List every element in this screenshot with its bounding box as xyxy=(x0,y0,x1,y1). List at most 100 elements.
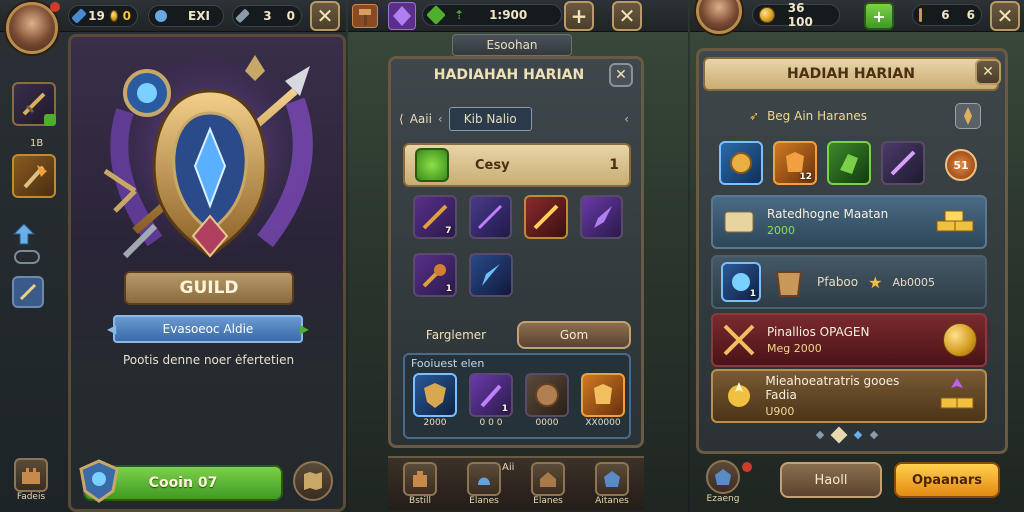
steel-gem-icon xyxy=(235,8,251,24)
purple-gem-button[interactable] xyxy=(388,2,416,30)
item-slot[interactable]: 7 xyxy=(413,195,457,239)
left-bottom-nav[interactable]: Fadeis xyxy=(14,458,48,502)
reward-value: Meg 2000 xyxy=(767,342,822,355)
right-gold-resource[interactable]: 36 100 xyxy=(752,1,840,29)
right-res-a: 6 xyxy=(941,8,950,22)
tab-a-label: Farglemer xyxy=(425,328,487,342)
offer-item[interactable] xyxy=(413,373,457,417)
reward-row[interactable]: 1 Pfaboo ★ Ab0005 xyxy=(711,255,987,309)
plus-icon: + xyxy=(872,6,886,26)
guild-shield-icon[interactable] xyxy=(79,459,119,503)
right-panel-close-button[interactable]: ✕ xyxy=(975,59,1001,85)
page-dot-icon[interactable] xyxy=(815,430,825,440)
right-add-button[interactable]: + xyxy=(864,2,894,30)
page-dot-icon[interactable] xyxy=(853,430,863,440)
bucket-icon xyxy=(775,271,803,297)
reward-row[interactable]: Pinallios OPAGEN Meg 2000 xyxy=(711,313,987,367)
featured-row[interactable]: Cesy 1 xyxy=(403,143,631,187)
reward-item[interactable] xyxy=(827,141,871,185)
right-bottom-nav[interactable]: Ezaeng xyxy=(706,460,740,504)
right-close-button[interactable]: ✕ xyxy=(990,1,1020,31)
reward-row[interactable]: Mieahoeatratris gooes Fadia U900 xyxy=(711,369,987,423)
reward-item[interactable] xyxy=(881,141,925,185)
left-blue-resource[interactable]: 19 0 xyxy=(68,5,138,27)
gold-emblem-icon xyxy=(730,152,752,174)
breadcrumb-box[interactable]: Kib Nalio xyxy=(448,107,532,131)
nav-guild[interactable]: Aitanes xyxy=(595,462,629,510)
middle-tab-label[interactable]: Esoohan xyxy=(452,34,572,56)
reward-item[interactable]: 12 xyxy=(773,141,817,185)
golden-shield-icon xyxy=(424,383,446,408)
right-subheading: ➶ Beg Ain Haranes xyxy=(749,109,867,123)
close-icon: ✕ xyxy=(982,64,994,80)
left-right-resource[interactable]: 3 0 xyxy=(232,5,302,27)
item-level: 1 xyxy=(501,404,508,414)
page-dot-active-icon[interactable] xyxy=(830,426,848,444)
item-slot[interactable] xyxy=(579,195,623,239)
nav-battle[interactable]: Bstill xyxy=(403,462,437,510)
pouch-icon xyxy=(919,8,923,22)
chevron-left-icon[interactable]: ‹ xyxy=(438,112,443,126)
castle-icon xyxy=(14,458,48,492)
middle-screen: ⇡ 1:900 + ✕ Esoohan HADIAHAH HARIAN ✕ ⟨ … xyxy=(348,0,688,512)
offer-item[interactable]: 1 xyxy=(469,373,513,417)
middle-resource[interactable]: ⇡ 1:900 xyxy=(422,4,562,26)
upgrade-arrow-icon[interactable] xyxy=(12,222,36,246)
tab-farglemer[interactable]: Farglemer xyxy=(401,321,511,349)
open-button[interactable]: Opaanars xyxy=(894,462,1000,498)
offer-box: Fooiuest elen 2000 1 0 0 0 0000 XX0000 xyxy=(403,353,631,439)
tool-button[interactable] xyxy=(352,4,378,28)
chevron-right-icon[interactable]: ‹ xyxy=(624,112,629,126)
reward-row[interactable]: Ratedhogne Maatan 2000 xyxy=(711,195,987,249)
reward-title: Ratedhogne Maatan xyxy=(767,207,889,221)
compass-button[interactable] xyxy=(955,103,981,129)
right-gold-value: 36 100 xyxy=(787,1,813,29)
offer-item[interactable] xyxy=(581,373,625,417)
green-gauntlet-icon xyxy=(840,154,858,174)
reward-item[interactable] xyxy=(719,141,763,185)
guild-banner-text: Evasoeoc Aldie xyxy=(162,322,254,336)
item-level: 7 xyxy=(445,226,452,236)
item-slot[interactable]: 1 xyxy=(413,253,457,297)
breadcrumb-back-icon[interactable]: ⟨ xyxy=(399,112,404,126)
right-secondary-resource[interactable]: 6 6 xyxy=(912,4,982,26)
nav-label: Elanes xyxy=(533,496,563,506)
side-label: 1B xyxy=(30,138,44,149)
level-badge[interactable]: 51 xyxy=(945,149,977,181)
star-icon: ★ xyxy=(868,272,883,292)
green-gem-icon xyxy=(426,5,446,25)
page-dot-icon[interactable] xyxy=(869,430,879,440)
nav-label: Aitanes xyxy=(595,496,629,506)
breadcrumb-left[interactable]: Aaii xyxy=(410,112,432,126)
guild-banner[interactable]: ◀ Evasoeoc Aldie ▶ xyxy=(107,315,309,343)
nav-heroes[interactable]: Elanes xyxy=(467,462,501,510)
add-button[interactable]: + xyxy=(564,1,594,31)
item-slot[interactable] xyxy=(468,195,512,239)
left-close-button[interactable]: ✕ xyxy=(310,1,340,31)
nav-shop[interactable]: Elanes xyxy=(531,462,565,510)
side-slot-2[interactable] xyxy=(12,154,56,198)
offer-item[interactable] xyxy=(525,373,569,417)
purple-staff-icon xyxy=(890,150,916,176)
reward-title: Pinallios OPAGEN xyxy=(767,325,870,339)
tab-gom[interactable]: Gom xyxy=(517,321,631,349)
guild-title: GUILD xyxy=(124,271,294,305)
hall-button[interactable]: Haoll xyxy=(780,462,882,498)
gold-bars-icon xyxy=(936,210,974,232)
item-level: 12 xyxy=(799,172,812,182)
item-slot[interactable] xyxy=(469,253,513,297)
side-slot-1-badge xyxy=(44,114,56,126)
blue-gem-icon xyxy=(71,8,87,24)
left-mid-resource[interactable]: EXI xyxy=(148,5,224,27)
house-icon xyxy=(531,462,565,496)
middle-close-button[interactable]: ✕ xyxy=(612,1,642,31)
side-slot-3[interactable] xyxy=(12,276,44,308)
right-res-b: 6 xyxy=(966,8,975,22)
nav-label: Bstill xyxy=(409,496,431,506)
item-slot[interactable] xyxy=(524,195,568,239)
reward-title: Pfaboo xyxy=(817,275,859,289)
right-nav-label: Ezaeng xyxy=(706,494,740,504)
reward-value: Ab0005 xyxy=(892,275,935,289)
map-button[interactable] xyxy=(293,461,333,501)
middle-panel-close-button[interactable]: ✕ xyxy=(609,63,633,87)
